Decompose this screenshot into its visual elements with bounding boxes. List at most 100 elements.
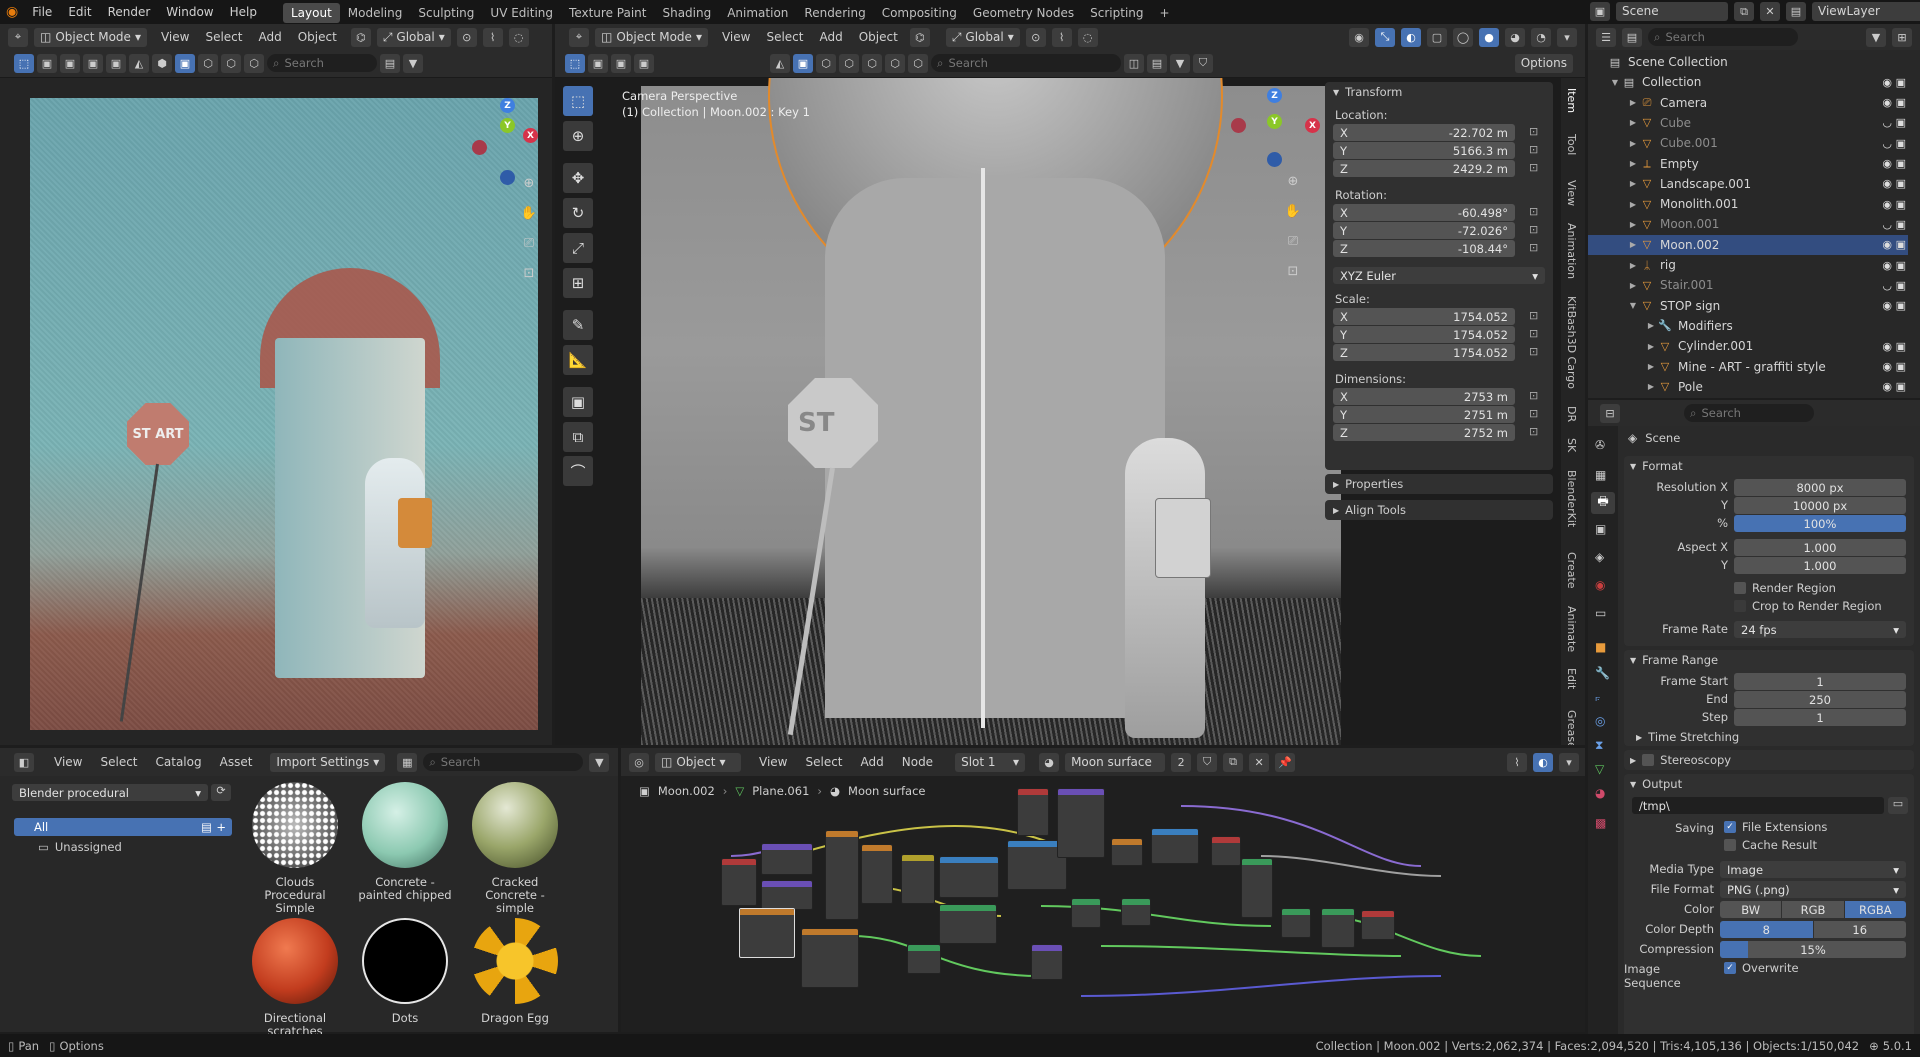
stereoscopy-checkbox[interactable]: [1642, 754, 1655, 766]
expand-icon[interactable]: ▶: [1626, 159, 1640, 168]
crop-region-checkbox[interactable]: Crop to Render Region: [1734, 599, 1882, 613]
main-filter-light-icon[interactable]: ⬡: [816, 53, 836, 73]
filter-other-icon[interactable]: ⬡: [244, 53, 264, 73]
expand-icon[interactable]: ▶: [1626, 179, 1640, 188]
outliner-row[interactable]: ▶ ᛦ rig ◉ ▣: [1588, 255, 1908, 275]
asset-editor-icon[interactable]: ◧: [14, 752, 34, 772]
expand-icon[interactable]: ▶: [1644, 321, 1658, 330]
left-gizmo[interactable]: Z Y X: [470, 98, 550, 185]
lock-icon[interactable]: ⊡: [1529, 327, 1538, 340]
node-box[interactable]: [1151, 828, 1199, 864]
render-toggle-icon[interactable]: ▣: [1896, 96, 1906, 109]
render-toggle-icon[interactable]: ▣: [1896, 198, 1906, 211]
left-mode-dropdown[interactable]: ◫ Object Mode ▾: [34, 27, 147, 47]
tab-geometry-nodes[interactable]: Geometry Nodes: [965, 3, 1082, 23]
tab-edit[interactable]: Edit: [1565, 668, 1578, 689]
asset-dragon-egg[interactable]: Dragon Egg: [465, 918, 565, 1025]
main-filter-other-icon[interactable]: ⬡: [862, 53, 882, 73]
select-mode-3-icon[interactable]: ▣: [83, 53, 103, 73]
tab-animation[interactable]: Animation: [719, 3, 796, 23]
outliner-row[interactable]: ▶ ▽ Moon.002 ◉ ▣: [1588, 234, 1908, 255]
texture-tab-icon[interactable]: ▩: [1595, 816, 1606, 830]
left-menu-select[interactable]: Select: [205, 30, 242, 44]
main-filter-all-icon[interactable]: ▣: [793, 53, 813, 73]
expand-icon[interactable]: ▼: [1608, 78, 1622, 87]
main-select-mode-2-icon[interactable]: ▣: [611, 53, 631, 73]
asset-menu-view[interactable]: View: [54, 755, 82, 769]
shading-options-icon[interactable]: ▾: [1557, 27, 1577, 47]
camera-view-icon[interactable]: ⎚: [516, 230, 542, 256]
lock-icon[interactable]: ⊡: [516, 260, 542, 286]
outliner-row[interactable]: ▶ ▽ Cylinder.001 ◉ ▣: [1588, 336, 1908, 356]
data-tab-icon[interactable]: ▽: [1595, 762, 1604, 776]
tab-scripting[interactable]: Scripting: [1082, 3, 1151, 23]
snap-node-icon[interactable]: ⌇: [1507, 752, 1527, 772]
main-gizmo-x[interactable]: X: [1305, 118, 1320, 133]
main-filter-extra2-icon[interactable]: ⬡: [908, 53, 928, 73]
outliner-filter-icon[interactable]: ▼: [1866, 27, 1886, 47]
tab-sculpting[interactable]: Sculpting: [410, 3, 482, 23]
node-overlay-icon[interactable]: ◐: [1533, 752, 1553, 772]
node-menu-add[interactable]: Add: [861, 755, 884, 769]
select-tool-icon[interactable]: ⬚: [563, 86, 593, 116]
render-toggle-icon[interactable]: ▣: [1896, 76, 1906, 89]
left-menu-add[interactable]: Add: [258, 30, 281, 44]
stereoscopy-panel[interactable]: ▶ Stereoscopy: [1624, 750, 1914, 770]
select-box-icon[interactable]: ⬚: [14, 53, 34, 73]
node-menu-node[interactable]: Node: [902, 755, 933, 769]
annotate-tool-icon[interactable]: ✎: [563, 310, 593, 340]
expand-icon[interactable]: ▶: [1644, 382, 1658, 391]
main-filter-icon[interactable]: ▼: [1170, 53, 1190, 73]
render-toggle-icon[interactable]: ▣: [1896, 279, 1906, 292]
main-zoom-icon[interactable]: ⊕: [1280, 168, 1306, 194]
output-tab-icon[interactable]: 🖶: [1591, 492, 1615, 514]
node-overlay-options-icon[interactable]: ▾: [1559, 752, 1579, 772]
dimensions-z-field[interactable]: Z 2752 m: [1333, 424, 1515, 441]
output-path-input[interactable]: /tmp\: [1632, 797, 1884, 814]
tab-modeling[interactable]: Modeling: [340, 3, 411, 23]
location-y-field[interactable]: Y 5166.3 m: [1333, 142, 1515, 159]
lock-icon[interactable]: ⊡: [1529, 389, 1538, 402]
scale-tool-icon[interactable]: ⤢: [563, 233, 593, 263]
menu-window[interactable]: Window: [158, 0, 221, 24]
select-mode-1-icon[interactable]: ▣: [37, 53, 57, 73]
node-box[interactable]: [939, 856, 999, 898]
render-toggle-icon[interactable]: ▣: [1896, 116, 1906, 129]
gizmo-y[interactable]: Y: [500, 118, 515, 133]
eye-icon[interactable]: ◉: [1882, 380, 1892, 393]
render-toggle-icon[interactable]: ▣: [1896, 340, 1906, 353]
blender-logo-icon[interactable]: ◉: [6, 4, 18, 20]
scale-x-field[interactable]: X 1754.052: [1333, 308, 1515, 325]
render-toggle-icon[interactable]: ▣: [1896, 360, 1906, 373]
refresh-icon[interactable]: ⟳: [211, 784, 231, 801]
eye-icon[interactable]: ◉: [1882, 177, 1892, 190]
node-box[interactable]: [1111, 838, 1143, 866]
library-dropdown[interactable]: Blender procedural ▾: [12, 784, 208, 801]
expand-icon[interactable]: ▶: [1626, 240, 1640, 249]
lock-icon[interactable]: ⊡: [1529, 241, 1538, 254]
rotation-x-field[interactable]: X -60.498°: [1333, 204, 1515, 221]
align-tools-subpanel[interactable]: ▶ Align Tools: [1325, 500, 1553, 520]
expand-icon[interactable]: ▶: [1626, 281, 1640, 290]
main-select-mode-1-icon[interactable]: ▣: [588, 53, 608, 73]
filter-light-icon[interactable]: ⬡: [198, 53, 218, 73]
res-x-field[interactable]: 8000 px: [1734, 479, 1906, 496]
view-layer-tab-icon[interactable]: ▣: [1595, 522, 1606, 536]
tab-item[interactable]: Item: [1565, 88, 1578, 113]
asset-dots[interactable]: Dots: [355, 918, 455, 1025]
extrude-tool-icon[interactable]: ⧉: [563, 422, 593, 452]
lock-icon[interactable]: ⊡: [1529, 125, 1538, 138]
expand-icon[interactable]: ▶: [1626, 220, 1640, 229]
tab-animation[interactable]: Animation: [1565, 223, 1578, 279]
color-rgb-button[interactable]: RGB: [1782, 901, 1844, 918]
gizmo-x[interactable]: X: [523, 128, 538, 143]
tab-shading[interactable]: Shading: [654, 3, 719, 23]
measure-tool-icon[interactable]: 📐: [563, 345, 593, 375]
delete-scene-icon[interactable]: ✕: [1760, 2, 1780, 21]
catalog-add-icon[interactable]: +: [216, 820, 226, 834]
add-workspace-button[interactable]: +: [1152, 3, 1178, 23]
color-rgba-button[interactable]: RGBA: [1844, 901, 1906, 918]
outliner-row[interactable]: ▶ ▽ Pole ◉ ▣: [1588, 377, 1908, 397]
expand-icon[interactable]: ▶: [1644, 342, 1658, 351]
tab-animate[interactable]: Animate: [1565, 606, 1578, 652]
